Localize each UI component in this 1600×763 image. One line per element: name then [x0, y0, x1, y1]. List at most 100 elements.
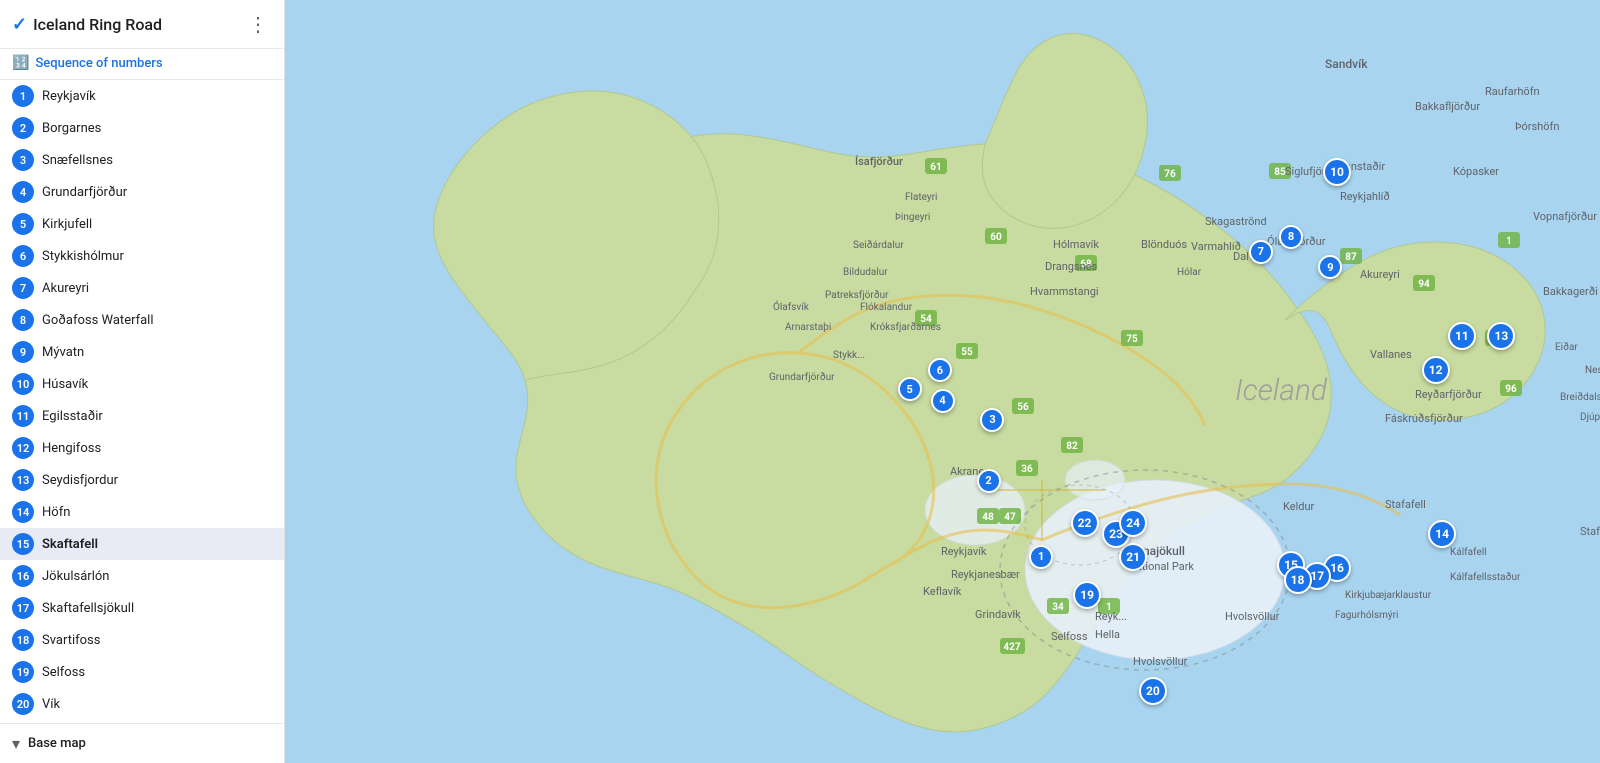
- svg-text:Þórshöfn: Þórshöfn: [1515, 120, 1559, 133]
- map-pin-10[interactable]: 10: [1323, 158, 1351, 186]
- map-container[interactable]: 61 60 68 54 55 56 36 82 75 76 85 87 94 1…: [285, 0, 1600, 763]
- location-item-18[interactable]: 18Svartifoss: [0, 624, 284, 656]
- svg-text:Reyðarfjörður: Reyðarfjörður: [1415, 388, 1482, 401]
- location-item-1[interactable]: 1Reykjavík: [0, 80, 284, 112]
- location-num-badge: 17: [12, 597, 34, 619]
- sequence-row[interactable]: 🔢 Sequence of numbers: [0, 49, 284, 80]
- map-pin-2[interactable]: 2: [977, 469, 1001, 493]
- location-num-badge: 14: [12, 501, 34, 523]
- svg-text:Keldur: Keldur: [1283, 500, 1315, 513]
- sequence-icon: 🔢: [12, 55, 29, 71]
- svg-text:Djúpivogur: Djúpivogur: [1580, 412, 1600, 423]
- chevron-down-icon: ▾: [12, 734, 20, 753]
- location-num-badge: 8: [12, 309, 34, 331]
- check-icon: ✓: [12, 14, 27, 35]
- svg-text:Keflavík: Keflavík: [923, 585, 962, 598]
- svg-text:Ólafsvík: Ólafsvík: [773, 300, 810, 313]
- location-num-badge: 7: [12, 277, 34, 299]
- map-pin-7[interactable]: 7: [1249, 240, 1273, 264]
- location-item-19[interactable]: 19Selfoss: [0, 656, 284, 688]
- map-pin-13[interactable]: 13: [1487, 322, 1515, 350]
- location-item-8[interactable]: 8 Goðafoss Waterfall: [0, 304, 284, 336]
- map-pin-1[interactable]: 1: [1029, 545, 1053, 569]
- svg-text:Reykjanesbær: Reykjanesbær: [951, 568, 1020, 581]
- map-pin-8[interactable]: 8: [1279, 225, 1303, 249]
- location-item-5[interactable]: 5Kirkjufell: [0, 208, 284, 240]
- location-name-label: Goðafoss Waterfall: [42, 313, 154, 328]
- location-item-13[interactable]: 13Seydisfjordur: [0, 464, 284, 496]
- svg-text:Grindavík: Grindavík: [975, 608, 1021, 621]
- svg-text:56: 56: [1017, 402, 1029, 413]
- svg-text:Raufarhöfn: Raufarhöfn: [1485, 85, 1540, 98]
- map-pin-4[interactable]: 4: [931, 389, 955, 413]
- location-item-15[interactable]: 15Skaftafell: [0, 528, 284, 560]
- svg-text:Þingeyri: Þingeyri: [895, 212, 930, 223]
- location-item-3[interactable]: 3Snæfellsnes: [0, 144, 284, 176]
- location-item-9[interactable]: 9Mývatn: [0, 336, 284, 368]
- location-item-2[interactable]: 2Borgarnes: [0, 112, 284, 144]
- svg-text:Reykjavík: Reykjavík: [941, 545, 987, 558]
- svg-text:Hvolsvöllur: Hvolsvöllur: [1133, 655, 1188, 668]
- map-pin-12[interactable]: 12: [1422, 356, 1450, 384]
- location-name-label: Hengifoss: [42, 441, 101, 456]
- location-item-4[interactable]: 4Grundarfjörður: [0, 176, 284, 208]
- location-num-badge: 20: [12, 693, 34, 715]
- svg-text:Varmahlíð: Varmahlíð: [1191, 240, 1241, 253]
- location-item-7[interactable]: 7 Akureyri: [0, 272, 284, 304]
- svg-text:Stafafell: Stafafell: [1385, 498, 1426, 511]
- svg-text:Hólar: Hólar: [1177, 267, 1202, 278]
- map-pin-6[interactable]: 6: [928, 358, 952, 382]
- location-item-17[interactable]: 17Skaftafellsjökull: [0, 592, 284, 624]
- location-item-10[interactable]: 10Húsavík: [0, 368, 284, 400]
- svg-text:Vopnafjörður: Vopnafjörður: [1533, 210, 1597, 223]
- svg-text:Flateyri: Flateyri: [905, 192, 937, 203]
- map-pin-11[interactable]: 11: [1448, 322, 1476, 350]
- svg-text:Bakkagerði: Bakkagerði: [1543, 285, 1598, 298]
- svg-text:55: 55: [961, 347, 973, 358]
- location-num-badge: 9: [12, 341, 34, 363]
- svg-text:Hella: Hella: [1095, 628, 1120, 641]
- map-pin-9[interactable]: 9: [1318, 255, 1342, 279]
- location-item-11[interactable]: 11 Egilsstaðir: [0, 400, 284, 432]
- location-num-badge: 16: [12, 565, 34, 587]
- map-pin-22[interactable]: 22: [1071, 509, 1099, 537]
- location-name-label: Egilsstaðir: [42, 409, 103, 424]
- location-num-badge: 12: [12, 437, 34, 459]
- sequence-label[interactable]: Sequence of numbers: [35, 56, 162, 71]
- location-item-16[interactable]: 16Jökulsárlón: [0, 560, 284, 592]
- svg-text:Flókalandur: Flókalandur: [860, 302, 913, 313]
- svg-text:Reykjahlíð: Reykjahlíð: [1340, 190, 1390, 203]
- location-name-label: Snæfellsnes: [42, 153, 113, 168]
- location-num-badge: 1: [12, 85, 34, 107]
- location-name-label: Stykkishólmur: [42, 249, 124, 264]
- more-options-icon[interactable]: ⋮: [244, 8, 272, 40]
- svg-text:Kópasker: Kópasker: [1453, 165, 1499, 178]
- svg-text:94: 94: [1418, 279, 1430, 290]
- svg-text:Stykk...: Stykk...: [833, 350, 865, 361]
- location-item-20[interactable]: 20 Vík: [0, 688, 284, 720]
- svg-text:Kálfafellsstaður: Kálfafellsstaður: [1450, 570, 1521, 583]
- svg-text:Vallanes: Vallanes: [1370, 348, 1412, 361]
- map-pin-20[interactable]: 20: [1139, 677, 1167, 705]
- location-item-12[interactable]: 12 Hengifoss: [0, 432, 284, 464]
- location-num-badge: 2: [12, 117, 34, 139]
- location-num-badge: 11: [12, 405, 34, 427]
- location-item-14[interactable]: 14Höfn: [0, 496, 284, 528]
- location-name-label: Akureyri: [42, 281, 89, 296]
- location-num-badge: 10: [12, 373, 34, 395]
- svg-text:68: 68: [1080, 259, 1092, 270]
- map-pin-19[interactable]: 19: [1073, 581, 1101, 609]
- base-map-row[interactable]: ▾ Base map: [0, 723, 284, 763]
- sidebar-title: Iceland Ring Road: [33, 15, 162, 34]
- map-pin-21[interactable]: 21: [1119, 543, 1147, 571]
- location-num-badge: 13: [12, 469, 34, 491]
- map-pin-24[interactable]: 24: [1119, 509, 1147, 537]
- svg-text:Kirkjubæjarklaustur: Kirkjubæjarklaustur: [1345, 590, 1432, 601]
- svg-text:Fáskrúðsfjörður: Fáskrúðsfjörður: [1385, 412, 1463, 425]
- location-item-6[interactable]: 6Stykkishólmur: [0, 240, 284, 272]
- map-pin-14[interactable]: 14: [1428, 520, 1456, 548]
- map-pin-5[interactable]: 5: [898, 377, 922, 401]
- location-name-label: Vík: [42, 697, 60, 712]
- map-pin-18[interactable]: 18: [1284, 566, 1312, 594]
- map-pin-3[interactable]: 3: [980, 408, 1004, 432]
